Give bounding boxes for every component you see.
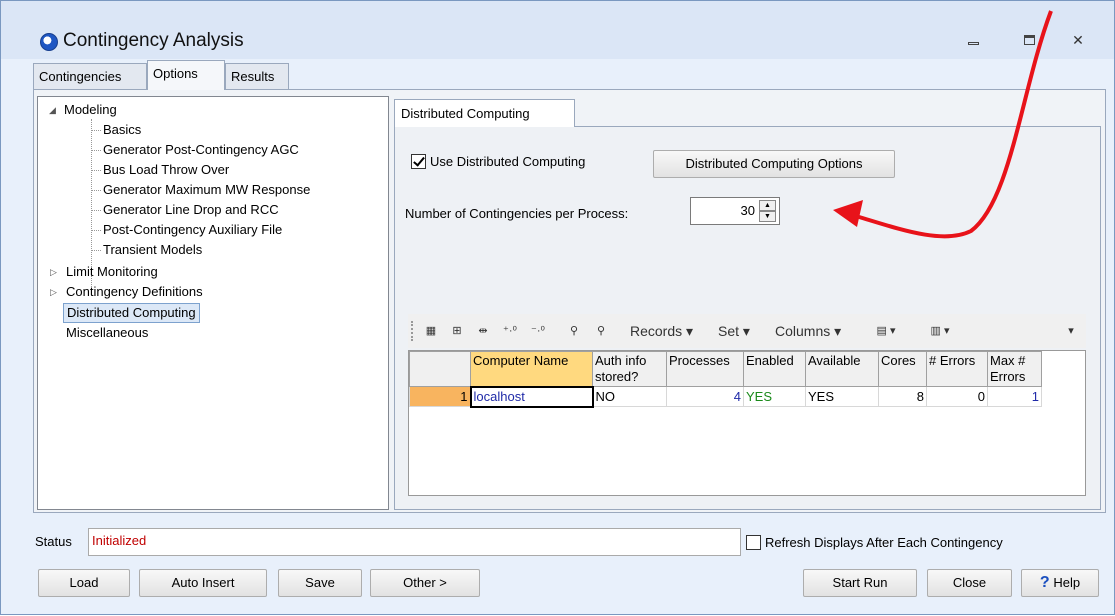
tab-distributed-computing[interactable]: Distributed Computing: [394, 99, 575, 127]
set-menu[interactable]: Set ▾: [718, 323, 750, 340]
cell-computer-name[interactable]: localhost: [469, 385, 594, 408]
expand-arrow-icon[interactable]: ▷: [50, 267, 57, 278]
status-value: Initialized: [92, 533, 147, 548]
tree-item-miscellaneous[interactable]: Miscellaneous: [66, 324, 148, 344]
help-button[interactable]: ? Help: [1021, 569, 1099, 597]
help-icon: ?: [1039, 574, 1050, 591]
records-menu[interactable]: Records ▾: [630, 323, 693, 340]
cell-cores[interactable]: 8: [878, 386, 927, 407]
find-icon[interactable]: ⚲: [563, 320, 585, 342]
increase-decimals-icon[interactable]: ⁺·⁰: [498, 320, 522, 342]
cell-errors[interactable]: 0: [926, 386, 988, 407]
tree-item-generator-line-drop[interactable]: Generator Line Drop and RCC: [91, 201, 279, 221]
start-run-button[interactable]: Start Run: [803, 569, 917, 597]
tree-item-distributed-computing[interactable]: Distributed Computing: [63, 303, 200, 323]
distributed-computing-panel: Use Distributed Computing Distributed Co…: [394, 126, 1101, 510]
close-window-button[interactable]: ✕: [1061, 27, 1095, 53]
toolbar-grip[interactable]: [411, 321, 414, 341]
tree-item-generator-agc[interactable]: Generator Post-Contingency AGC: [91, 141, 299, 161]
use-distributed-label: Use Distributed Computing: [430, 154, 586, 169]
cell-processes[interactable]: 4: [666, 386, 744, 407]
corner-header[interactable]: [409, 351, 471, 387]
tree-item-modeling[interactable]: Modeling: [64, 101, 117, 121]
tree-item-transient-models[interactable]: Transient Models: [90, 241, 202, 261]
tree-item-basics[interactable]: Basics: [90, 121, 141, 141]
tab-contingencies[interactable]: Contingencies: [33, 63, 147, 89]
app-logo-icon: [40, 33, 58, 51]
find-text-icon[interactable]: ⚲: [589, 320, 613, 342]
table-view-icon[interactable]: ▦: [420, 320, 442, 342]
toolbar-overflow-icon[interactable]: ▾: [1060, 320, 1082, 342]
other-button[interactable]: Other >: [370, 569, 480, 597]
column-header-computer-name[interactable]: Computer Name: [470, 351, 593, 387]
save-button[interactable]: Save: [278, 569, 362, 597]
auto-insert-button[interactable]: Auto Insert: [139, 569, 267, 597]
options-tree: ◢ Modeling Basics Generator Post-Conting…: [37, 96, 389, 510]
num-per-process-label: Number of Contingencies per Process:: [405, 206, 629, 221]
columns-menu[interactable]: Columns ▾: [775, 323, 841, 340]
options-content: ◢ Modeling Basics Generator Post-Conting…: [33, 89, 1106, 513]
tree-item-limit-monitoring[interactable]: Limit Monitoring: [66, 263, 158, 283]
cell-enabled[interactable]: YES: [743, 386, 806, 407]
help-label: Help: [1053, 575, 1081, 590]
contingency-analysis-window: Contingency Analysis ✕ Contingencies Opt…: [0, 0, 1115, 615]
row-number[interactable]: 1: [409, 386, 471, 407]
minimize-button[interactable]: [956, 27, 990, 53]
refresh-displays-checkbox[interactable]: [746, 535, 761, 550]
cell-max-errors[interactable]: 1: [987, 386, 1042, 407]
column-header-processes[interactable]: Processes: [666, 351, 744, 387]
column-header-errors[interactable]: # Errors: [926, 351, 988, 387]
close-icon: ✕: [1072, 32, 1084, 48]
column-header-enabled[interactable]: Enabled: [743, 351, 806, 387]
num-per-process-stepper[interactable]: 30 ▲ ▼: [690, 197, 780, 225]
expand-arrow-icon[interactable]: ▷: [50, 287, 57, 298]
cell-auth[interactable]: NO: [592, 386, 667, 407]
refresh-displays-row[interactable]: Refresh Displays After Each Contingency: [746, 535, 1003, 550]
bottom-bar: Status Initialized Refresh Displays Afte…: [33, 517, 1106, 611]
load-button[interactable]: Load: [38, 569, 130, 597]
close-button[interactable]: Close: [927, 569, 1012, 597]
tree-item-contingency-definitions[interactable]: Contingency Definitions: [66, 283, 203, 303]
status-label: Status: [35, 534, 72, 549]
stepper-buttons: ▲ ▼: [759, 200, 776, 222]
distributed-options-button[interactable]: Distributed Computing Options: [653, 150, 895, 178]
window-title: Contingency Analysis: [63, 30, 244, 51]
stepper-down-icon[interactable]: ▼: [759, 211, 776, 222]
column-header-max-errors[interactable]: Max # Errors: [987, 351, 1042, 387]
options-grid-icon[interactable]: ⊞: [446, 320, 468, 342]
aux-file-menu-icon[interactable]: ▥ ▾: [920, 320, 960, 342]
cell-available[interactable]: YES: [805, 386, 879, 407]
column-width-icon[interactable]: ⇹: [472, 320, 494, 342]
computers-grid: Computer Name Auth info stored? Processe…: [408, 350, 1086, 496]
grid-toolbar: ▦ ⊞ ⇹ ⁺·⁰ ⁻·⁰ ⚲ ⚲ Records ▾ Set ▾ Column…: [408, 314, 1086, 348]
tab-results[interactable]: Results: [225, 63, 289, 89]
table-row[interactable]: 1 localhost NO 4 YES YES 8 0 1: [409, 385, 1042, 408]
use-distributed-checkbox[interactable]: [411, 154, 426, 169]
copy-paste-menu-icon[interactable]: ▤ ▾: [869, 320, 903, 342]
tab-options[interactable]: Options: [147, 60, 225, 90]
collapse-arrow-icon[interactable]: ◢: [49, 105, 56, 116]
maximize-button[interactable]: [1012, 27, 1046, 53]
use-distributed-row[interactable]: Use Distributed Computing: [411, 154, 585, 169]
title-bar: Contingency Analysis ✕: [1, 1, 1114, 59]
column-header-available[interactable]: Available: [805, 351, 879, 387]
column-header-cores[interactable]: Cores: [878, 351, 927, 387]
tree-item-bus-load-throw-over[interactable]: Bus Load Throw Over: [90, 161, 229, 181]
tree-item-post-contingency-aux[interactable]: Post-Contingency Auxiliary File: [90, 221, 282, 241]
tree-item-generator-max-mw[interactable]: Generator Maximum MW Response: [90, 181, 310, 201]
column-header-auth[interactable]: Auth info stored?: [592, 351, 667, 387]
maximize-icon: [1023, 35, 1035, 45]
computers-table: Computer Name Auth info stored? Processe…: [409, 351, 1042, 408]
table-header-row: Computer Name Auth info stored? Processe…: [409, 351, 1042, 387]
num-per-process-value[interactable]: 30: [741, 203, 755, 218]
status-field: Initialized: [88, 528, 741, 556]
minimize-icon: [967, 42, 979, 45]
refresh-displays-label: Refresh Displays After Each Contingency: [765, 535, 1003, 550]
stepper-up-icon[interactable]: ▲: [759, 200, 776, 211]
decrease-decimals-icon[interactable]: ⁻·⁰: [526, 320, 550, 342]
